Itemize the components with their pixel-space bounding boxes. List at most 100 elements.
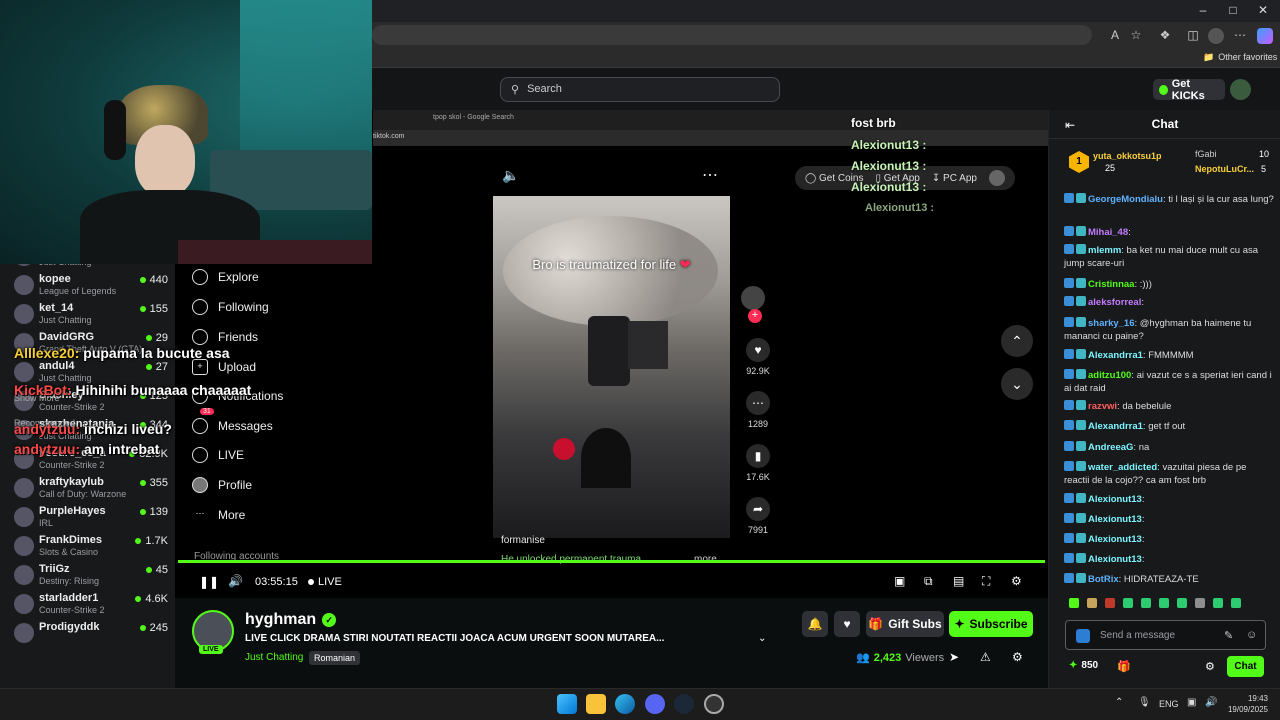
language-tag[interactable]: Romanian bbox=[309, 651, 361, 665]
like-action[interactable]: ♥ 92.9K bbox=[746, 338, 770, 376]
search-input[interactable]: ⚲ Search bbox=[500, 77, 780, 102]
user-avatar[interactable] bbox=[1230, 79, 1251, 100]
chat-username[interactable]: AndreeaG bbox=[1088, 442, 1133, 453]
report-icon[interactable]: ⚠ bbox=[980, 650, 991, 664]
user-settings-icon[interactable]: ⚙ bbox=[1012, 650, 1023, 664]
volume-icon[interactable]: 🔈 bbox=[502, 167, 519, 184]
emote-icon[interactable] bbox=[1087, 598, 1097, 608]
chat-input[interactable]: Send a message ✎ ☺ bbox=[1065, 620, 1266, 650]
theater-mode-icon[interactable]: ▣ bbox=[894, 574, 905, 588]
creator-avatar[interactable] bbox=[741, 286, 765, 310]
emote-icon[interactable] bbox=[1123, 598, 1133, 608]
nav-more[interactable]: ⋯ More bbox=[192, 505, 332, 525]
profile-avatar[interactable] bbox=[1208, 28, 1224, 44]
nav-live[interactable]: LIVE bbox=[192, 445, 332, 465]
share-icon[interactable]: ➤ bbox=[949, 650, 959, 664]
chat-username[interactable]: Alexionut13 bbox=[1088, 554, 1142, 565]
chat-username[interactable]: mlemm bbox=[1088, 245, 1121, 256]
mini-player-icon[interactable]: ▤ bbox=[953, 574, 964, 588]
chat-username[interactable]: Cristinnaa bbox=[1088, 279, 1134, 290]
chat-username[interactable]: Alexionut13 bbox=[1088, 534, 1142, 545]
translate-icon[interactable]: ✎ bbox=[1224, 629, 1233, 642]
other-favorites[interactable]: 📁 Other favorites bbox=[1203, 52, 1277, 63]
channel-points[interactable]: ✦ 850 bbox=[1069, 660, 1098, 671]
chat-username[interactable]: Alexandrra1 bbox=[1088, 421, 1143, 432]
nav-profile[interactable]: Profile bbox=[192, 475, 332, 495]
sidebar-channel[interactable]: Prodigyddk 245 bbox=[12, 619, 172, 647]
fullscreen-icon[interactable]: ⛶ bbox=[982, 574, 990, 589]
leaderboard-name[interactable]: fGabi bbox=[1195, 149, 1217, 159]
read-aloud-icon[interactable]: A bbox=[1107, 28, 1123, 44]
obs-icon[interactable] bbox=[704, 694, 724, 714]
sidebar-channel[interactable]: FrankDimes Slots & Casino 1.7K bbox=[12, 532, 172, 560]
save-action[interactable]: ▮ 17.6K bbox=[746, 444, 770, 482]
more-menu-icon[interactable]: ⋯ bbox=[1232, 28, 1248, 44]
volume-icon[interactable]: 🔊 bbox=[228, 574, 243, 588]
pc-app-button[interactable]: ↧ PC App bbox=[932, 173, 977, 184]
gift-subs-button[interactable]: 🎁 Gift Subs bbox=[866, 611, 944, 637]
emote-icon[interactable] bbox=[1141, 598, 1151, 608]
streamer-name[interactable]: hyghman bbox=[245, 611, 316, 629]
send-chat-button[interactable]: Chat bbox=[1227, 656, 1264, 677]
address-bar[interactable] bbox=[372, 25, 1092, 45]
tray-chevron-icon[interactable]: ⌃ bbox=[1115, 697, 1123, 708]
leaderboard-name[interactable]: yuta_okkotsu1p bbox=[1093, 151, 1162, 161]
chat-username[interactable]: Alexionut13 bbox=[1088, 494, 1142, 505]
language-indicator[interactable]: ENG bbox=[1159, 699, 1179, 709]
sidebar-channel[interactable]: starladder1 Counter-Strike 2 4.6K bbox=[12, 590, 172, 618]
start-icon[interactable] bbox=[557, 694, 577, 714]
chat-username[interactable]: water_addicted bbox=[1088, 462, 1157, 473]
chat-username[interactable]: razvwi bbox=[1088, 401, 1117, 412]
chat-username[interactable]: Alexionut13 bbox=[1088, 514, 1142, 525]
subscribe-button[interactable]: ✦ Subscribe bbox=[949, 611, 1033, 637]
emote-icon[interactable] bbox=[1213, 598, 1223, 608]
chat-username[interactable]: GeorgeMondialu bbox=[1088, 194, 1163, 205]
network-icon[interactable]: ▣ bbox=[1187, 697, 1196, 708]
leaderboard-name[interactable]: NepotuLuCr... bbox=[1195, 164, 1254, 174]
emote-icon[interactable] bbox=[1069, 598, 1079, 608]
emote-icon[interactable] bbox=[1105, 598, 1115, 608]
sidebar-channel[interactable]: kopee League of Legends 440 bbox=[12, 271, 172, 299]
settings-gear-icon[interactable]: ⚙ bbox=[1011, 574, 1022, 588]
video-author[interactable]: formanise bbox=[501, 535, 545, 546]
clock[interactable]: 19:43 19/09/2025 bbox=[1222, 693, 1268, 715]
maximize-button[interactable]: □ bbox=[1218, 3, 1248, 19]
comment-action[interactable]: ⋯ 1289 bbox=[746, 391, 770, 429]
emote-icon[interactable] bbox=[1177, 598, 1187, 608]
sidebar-channel[interactable]: kraftykaylub Call of Duty: Warzone 355 bbox=[12, 474, 172, 502]
collections-icon[interactable]: ◫ bbox=[1185, 28, 1201, 44]
favorite-star-icon[interactable]: ☆ bbox=[1128, 28, 1144, 44]
nav-explore[interactable]: Explore bbox=[192, 267, 332, 287]
nav-friends[interactable]: Friends bbox=[192, 327, 332, 347]
close-window-button[interactable]: ✕ bbox=[1248, 3, 1278, 19]
steam-icon[interactable] bbox=[674, 694, 694, 714]
expand-title-chevron-icon[interactable]: ⌄ bbox=[758, 633, 766, 644]
chat-username[interactable]: BotRix bbox=[1088, 574, 1119, 585]
sidebar-channel[interactable]: PurpleHayes IRL 139 bbox=[12, 503, 172, 531]
emote-icon[interactable] bbox=[1159, 598, 1169, 608]
minimize-button[interactable]: – bbox=[1188, 3, 1218, 19]
tiktok-profile-avatar[interactable] bbox=[988, 170, 1005, 186]
nav-following[interactable]: Following bbox=[192, 297, 332, 317]
emoji-icon[interactable]: ☺ bbox=[1246, 629, 1257, 641]
chat-username[interactable]: aditzu100 bbox=[1088, 370, 1131, 381]
video-frame[interactable]: Bro is traumatized for life ❤ bbox=[493, 196, 730, 538]
sidebar-channel[interactable]: ket_14 Just Chatting 155 bbox=[12, 300, 172, 328]
extensions-icon[interactable]: ❖ bbox=[1157, 28, 1173, 44]
follow-heart-button[interactable]: ♥ bbox=[834, 611, 860, 637]
emote-icon[interactable] bbox=[1231, 598, 1241, 608]
previous-video-button[interactable]: ⌃ bbox=[1001, 325, 1033, 357]
speaker-icon[interactable]: 🔊 bbox=[1205, 697, 1217, 708]
edge-browser-icon[interactable] bbox=[615, 694, 635, 714]
chat-username[interactable]: Mihai_48 bbox=[1088, 227, 1128, 238]
next-video-button[interactable]: ⌄ bbox=[1001, 368, 1033, 400]
discord-icon[interactable] bbox=[645, 694, 665, 714]
nav-messages[interactable]: Messages 31 bbox=[192, 408, 332, 436]
stream-category[interactable]: Just Chatting bbox=[245, 652, 303, 663]
rewards-icon[interactable]: 🎁 bbox=[1117, 660, 1131, 673]
chat-username[interactable]: aleksforreal bbox=[1088, 297, 1141, 308]
chat-username[interactable]: sharky_16 bbox=[1088, 318, 1134, 329]
follow-plus-icon[interactable]: + bbox=[748, 309, 762, 323]
notifications-button[interactable]: 🔔 bbox=[802, 611, 828, 637]
video-more-icon[interactable]: ⋯ bbox=[702, 165, 718, 185]
